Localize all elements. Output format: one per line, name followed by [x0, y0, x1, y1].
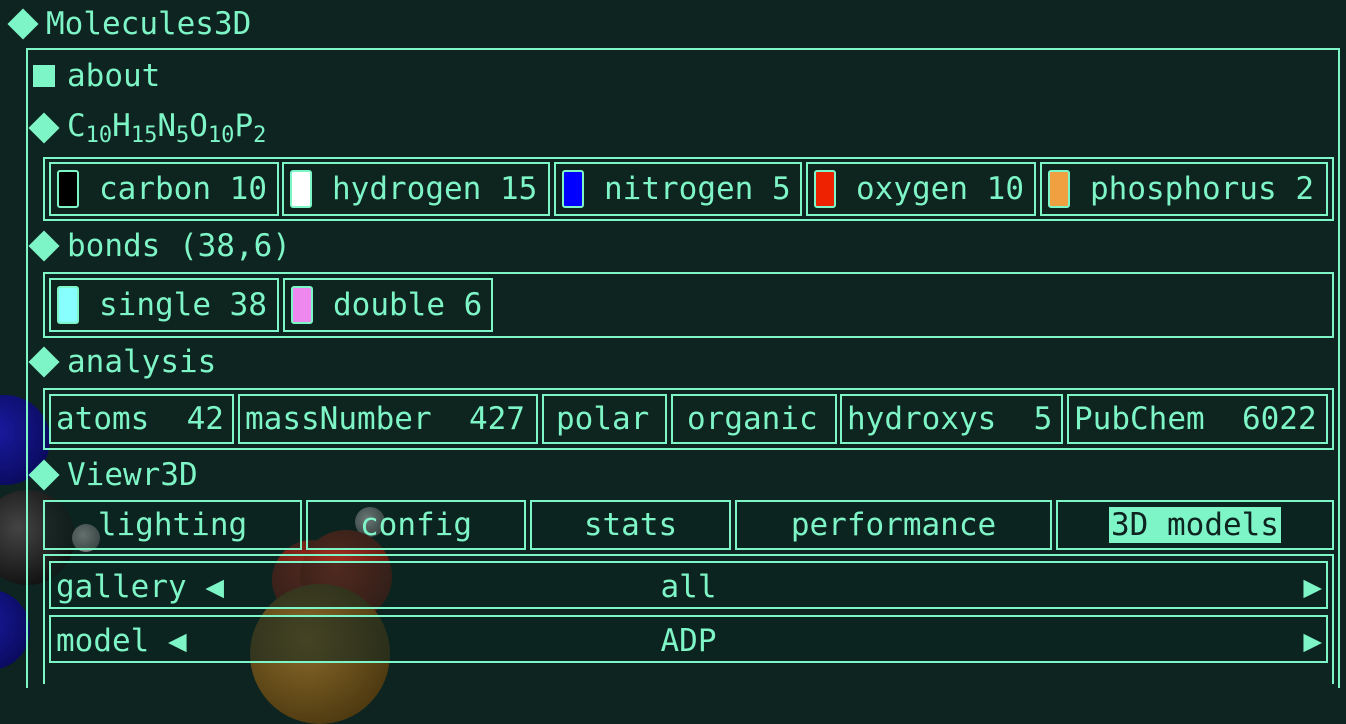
- element-count: 15: [499, 170, 538, 207]
- element-count: 10: [986, 170, 1024, 207]
- bond-chip-single[interactable]: single 38: [49, 278, 279, 332]
- model-selector[interactable]: model ◀ ADP ▶: [49, 615, 1328, 663]
- viewer-heading: Viewr3D: [67, 457, 198, 493]
- app-title-row[interactable]: Molecules3D: [7, 4, 252, 44]
- analysis-heading: analysis: [67, 344, 217, 380]
- analysis-chip-massnumber[interactable]: massNumber 427: [238, 394, 538, 444]
- element-count: 2: [1295, 170, 1314, 207]
- gallery-next-arrow-icon[interactable]: ▶: [1303, 569, 1322, 605]
- analysis-chip-polar[interactable]: polar: [542, 394, 667, 444]
- element-name: phosphorus: [1090, 170, 1277, 207]
- tab-config[interactable]: config: [306, 500, 526, 550]
- bond-name: double: [333, 286, 445, 323]
- analysis-chip-atoms[interactable]: atoms 42: [49, 394, 234, 444]
- model-value: ADP: [660, 623, 717, 659]
- carbon-color-swatch: [57, 170, 79, 208]
- element-count: 5: [771, 170, 791, 207]
- about-square-icon: [33, 65, 55, 87]
- oxygen-color-swatch: [814, 170, 836, 208]
- element-chip-phosphorus[interactable]: phosphorus 2: [1040, 162, 1328, 216]
- double-bond-color-swatch: [291, 286, 313, 324]
- element-chip-carbon[interactable]: carbon 10: [49, 162, 279, 216]
- molecular-formula: C10H15N5O10P2: [67, 108, 267, 148]
- gallery-value: all: [660, 569, 717, 605]
- bonds-heading: bonds (38,6): [67, 228, 291, 264]
- collapse-diamond-icon: [28, 112, 60, 144]
- single-bond-color-swatch: [57, 286, 79, 324]
- model-next-arrow-icon[interactable]: ▶: [1303, 623, 1322, 659]
- element-name: carbon: [99, 170, 211, 207]
- tab-performance[interactable]: performance: [735, 500, 1052, 550]
- nitrogen-color-swatch: [562, 170, 584, 208]
- element-name: oxygen: [856, 170, 968, 207]
- tab-3d-models[interactable]: 3D models: [1056, 500, 1334, 550]
- collapse-diamond-icon: [28, 459, 60, 491]
- about-row[interactable]: about: [33, 56, 160, 96]
- collapse-diamond-icon: [28, 230, 60, 262]
- analysis-chip-hydroxys[interactable]: hydroxys 5: [840, 394, 1063, 444]
- viewer-row[interactable]: Viewr3D: [28, 455, 198, 495]
- tab-stats[interactable]: stats: [530, 500, 731, 550]
- bond-count: 38: [229, 286, 267, 323]
- collapse-diamond-icon: [28, 346, 60, 378]
- collapse-diamond-icon: [7, 8, 39, 40]
- analysis-chip-organic[interactable]: organic: [671, 394, 837, 444]
- formula-row[interactable]: C10H15N5O10P2: [28, 108, 267, 148]
- phosphorus-color-swatch: [1048, 170, 1070, 208]
- element-count: 10: [229, 170, 267, 207]
- element-chip-oxygen[interactable]: oxygen 10: [806, 162, 1036, 216]
- bond-name: single: [99, 286, 211, 323]
- bond-count: 6: [463, 286, 483, 323]
- tab-lighting[interactable]: lighting: [43, 500, 302, 550]
- analysis-row[interactable]: analysis: [28, 342, 217, 382]
- app-title: Molecules3D: [46, 6, 252, 42]
- gallery-selector[interactable]: gallery ◀ all ▶: [49, 561, 1328, 609]
- element-chip-hydrogen[interactable]: hydrogen 15: [282, 162, 550, 216]
- element-name: nitrogen: [604, 170, 754, 207]
- bond-chip-double[interactable]: double 6: [283, 278, 493, 332]
- analysis-chip-pubchem[interactable]: PubChem 6022: [1067, 394, 1328, 444]
- element-name: hydrogen: [332, 170, 482, 207]
- hydrogen-color-swatch: [290, 170, 312, 208]
- bonds-row[interactable]: bonds (38,6): [28, 226, 291, 266]
- about-label: about: [67, 58, 161, 94]
- element-chip-nitrogen[interactable]: nitrogen 5: [554, 162, 802, 216]
